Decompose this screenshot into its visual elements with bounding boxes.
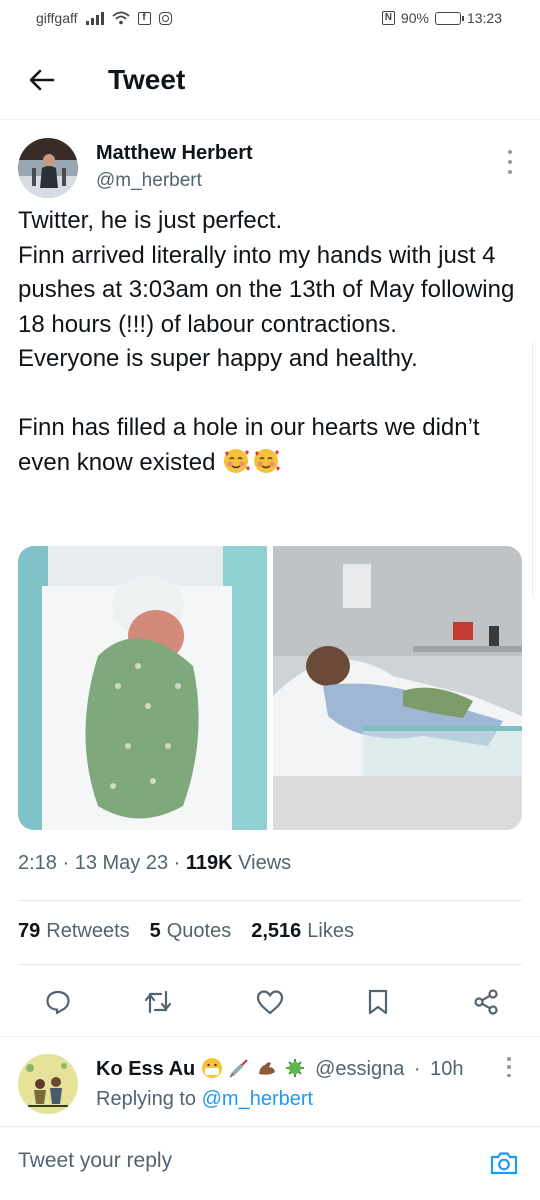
syringe-icon: [229, 1059, 249, 1078]
replying-to-link[interactable]: @m_herbert: [202, 1088, 313, 1110]
reply-header: Ko Ess Au @essigna · 10h: [96, 1057, 464, 1081]
bookmark-button[interactable]: [356, 980, 400, 1024]
arrow-left-icon: [29, 69, 55, 91]
author-handle[interactable]: @m_herbert: [96, 170, 202, 192]
carrier-name: giffgaff: [36, 10, 78, 26]
share-button[interactable]: [464, 980, 508, 1024]
smiling-face-with-hearts-icon: [224, 448, 251, 473]
author-avatar[interactable]: [18, 138, 78, 198]
nfc-icon: N: [381, 11, 395, 25]
flexed-biceps-icon: [258, 1062, 275, 1075]
retweet-button[interactable]: [136, 980, 180, 1024]
instagram-icon: [158, 11, 172, 25]
comment-icon: [46, 990, 70, 1015]
smiling-face-with-hearts-icon: [254, 448, 281, 473]
divider: [0, 1036, 540, 1037]
likes-stat[interactable]: 2,516 Likes: [251, 920, 354, 943]
reply-age: 10h: [430, 1058, 464, 1080]
microbe-icon: [285, 1059, 304, 1077]
tweet-date[interactable]: 13 May 23: [75, 852, 168, 874]
retweets-stat[interactable]: 79 Retweets: [18, 920, 130, 943]
quotes-stat[interactable]: 5 Quotes: [150, 920, 232, 943]
tweet-media: [18, 546, 522, 830]
reply-more-options-button[interactable]: [502, 1057, 516, 1077]
face-with-medical-mask-icon: [201, 1058, 222, 1078]
scroll-indicator: [532, 340, 540, 600]
tweet-body: Twitter, he is just perfect. Finn arrive…: [18, 207, 515, 476]
author-name[interactable]: Matthew Herbert: [96, 142, 253, 165]
tweet-actions: [18, 980, 522, 1024]
views-count: 119K: [185, 852, 233, 874]
media-photo-father[interactable]: [273, 546, 522, 830]
tweet-stats: 79 Retweets 5 Quotes 2,516 Likes: [18, 920, 354, 943]
clock: 13:23: [466, 10, 502, 26]
replying-to-prefix: Replying to: [96, 1088, 197, 1110]
battery-percent: 90%: [400, 10, 429, 26]
quotes-count: 5: [149, 920, 161, 942]
divider: [18, 900, 522, 901]
tweet-time[interactable]: 2:18: [18, 852, 57, 874]
reply-button[interactable]: [36, 980, 80, 1024]
media-photo-baby[interactable]: [18, 546, 267, 830]
page-title: Tweet: [108, 64, 186, 95]
retweets-count: 79: [18, 920, 41, 942]
divider: [18, 964, 522, 965]
reply-separator: ·: [413, 1058, 421, 1080]
signal-icon: [85, 11, 104, 25]
camera-icon: [490, 1152, 518, 1175]
reply-author-avatar[interactable]: [18, 1054, 78, 1114]
views-label: Views: [238, 852, 292, 874]
quotes-label: Quotes: [166, 920, 232, 942]
reply-author-name[interactable]: Ko Ess Au: [96, 1058, 195, 1080]
heart-icon: [256, 990, 284, 1015]
back-button[interactable]: [22, 60, 62, 100]
facebook-icon: f: [137, 11, 151, 25]
camera-button[interactable]: [486, 1145, 522, 1181]
retweet-icon: [144, 990, 172, 1014]
battery-icon: [434, 11, 464, 25]
reply-input[interactable]: Tweet your reply: [18, 1149, 172, 1173]
share-icon: [474, 989, 498, 1015]
bookmark-icon: [368, 989, 388, 1015]
top-app-bar: Tweet: [0, 38, 540, 120]
likes-label: Likes: [307, 920, 354, 942]
tweet-timestamp: 2:18 · 13 May 23 · 119K Views: [18, 852, 292, 874]
more-options-button[interactable]: [500, 150, 520, 174]
likes-count: 2,516: [251, 920, 302, 942]
wifi-icon: [111, 11, 130, 25]
reply-author-handle[interactable]: @essigna: [315, 1058, 404, 1080]
like-button[interactable]: [248, 980, 292, 1024]
status-bar: giffgaff f N 90% 13:23: [0, 0, 540, 38]
retweets-label: Retweets: [46, 920, 130, 942]
replying-to-line: Replying to @m_herbert: [96, 1088, 313, 1111]
reply-composer: Tweet your reply: [0, 1126, 540, 1200]
tweet-text: Twitter, he is just perfect. Finn arrive…: [18, 204, 528, 480]
